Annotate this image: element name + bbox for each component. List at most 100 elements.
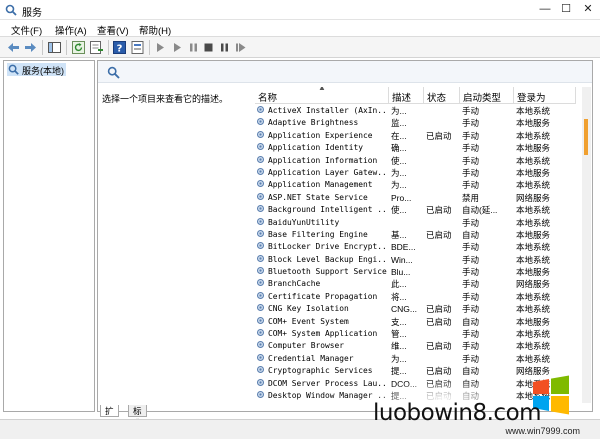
service-gear-icon [256, 105, 265, 114]
column-header-log-on-as[interactable]: 登录为 [514, 87, 576, 104]
service-startup-type: 手动 [462, 304, 480, 315]
tab-standard[interactable]: 标准 [128, 405, 147, 428]
service-row[interactable]: Application Layer Gatew... 为... 手动 本地服务 [255, 167, 582, 179]
service-gear-icon [256, 316, 265, 325]
service-row[interactable]: Application Experience 在... 已启动 手动 本地系统 [255, 130, 582, 142]
refresh-icon[interactable] [71, 40, 86, 55]
service-description: 为... [391, 353, 407, 364]
service-row[interactable]: Base Filtering Engine 基... 已启动 自动 本地服务 [255, 229, 582, 241]
service-description: 为... [391, 180, 407, 191]
service-gear-icon [256, 155, 265, 164]
column-header-name[interactable]: 名称 ▲ [255, 87, 389, 104]
service-name-cell: BitLocker Drive Encrypt... [256, 241, 388, 253]
export-list-icon[interactable] [89, 40, 104, 55]
service-gear-icon [256, 266, 265, 275]
service-row[interactable]: COM+ Event System 支... 已启动 自动 本地服务 [255, 316, 582, 328]
service-description: 使... [391, 155, 407, 166]
service-startup-type: 手动 [462, 143, 480, 154]
service-name: Bluetooth Support Service [268, 267, 387, 277]
service-startup-type: 手动 [462, 106, 480, 116]
service-description: 维... [391, 341, 407, 352]
restart-icon[interactable] [233, 40, 248, 55]
service-startup-type: 手动 [462, 242, 480, 253]
service-log-on-as: 本地系统 [516, 180, 551, 191]
service-row[interactable]: Adaptive Brightness 监... 手动 本地服务 [255, 117, 582, 129]
toolbar: ? [0, 37, 600, 58]
start-service-icon[interactable] [153, 40, 168, 55]
service-row[interactable]: Certificate Propagation 将... 手动 本地系统 [255, 291, 582, 303]
detail-header [98, 61, 592, 83]
column-header-description[interactable]: 描述 [389, 87, 424, 104]
column-header-startup-type[interactable]: 启动类型 [460, 87, 514, 104]
service-startup-type: 手动 [462, 130, 480, 141]
maximize-button[interactable]: ☐ [556, 2, 576, 17]
properties-icon[interactable] [130, 40, 145, 55]
service-row[interactable]: ASP.NET State Service Pro... 禁用 网络服务 [255, 192, 582, 204]
menu-action[interactable]: 操作(A) [55, 23, 87, 37]
show-hide-tree-icon[interactable] [47, 40, 62, 55]
back-icon[interactable] [6, 40, 21, 55]
console-tree-pane: 服务(本地) [3, 60, 95, 412]
toolbar-separator [149, 40, 150, 55]
column-header-label: 描述 [392, 93, 412, 104]
service-gear-icon [256, 278, 265, 287]
service-row[interactable]: COM+ System Application 管... 手动 本地系统 [255, 328, 582, 340]
service-name: Adaptive Brightness [268, 118, 359, 128]
help-icon[interactable]: ? [112, 40, 127, 55]
forward-icon[interactable] [23, 40, 38, 55]
pause-service-icon[interactable] [217, 40, 232, 55]
watermark-url: www.win7999.com [505, 426, 580, 436]
service-name: Application Information [268, 155, 378, 165]
menu-help[interactable]: 帮助(H) [139, 23, 171, 37]
service-gear-icon [256, 254, 265, 263]
service-gear-icon [256, 241, 265, 250]
service-row[interactable]: Credential Manager 为... 手动 本地系统 [255, 353, 582, 365]
service-row[interactable]: ActiveX Installer (AxIn... 为... 手动 本地系统 [255, 105, 582, 117]
service-log-on-as: 网络服务 [516, 192, 551, 203]
service-row[interactable]: CNG Key Isolation CNG... 已启动 手动 本地系统 [255, 303, 582, 315]
service-row[interactable]: Application Management 为... 手动 本地系统 [255, 179, 582, 191]
tab-extended[interactable]: 扩展 [100, 405, 119, 428]
service-row[interactable]: BitLocker Drive Encrypt... BDE... 手动 本地系统 [255, 241, 582, 253]
service-row[interactable]: BaiduYunUtility 手动 本地系统 [255, 217, 582, 229]
service-status: 已启动 [426, 316, 452, 327]
service-log-on-as: 本地系统 [516, 329, 551, 340]
service-log-on-as: 本地系统 [516, 254, 551, 265]
scrollbar-thumb[interactable] [584, 119, 588, 155]
tree-node-services-local[interactable]: 服务(本地) [7, 63, 66, 76]
service-description: Win... [391, 254, 413, 265]
service-status: 已启动 [426, 341, 452, 352]
tree-node-label: 服务(本地) [22, 66, 64, 76]
service-gear-icon [256, 117, 265, 126]
service-row[interactable]: Block Level Backup Engi... Win... 手动 本地系统 [255, 254, 582, 266]
service-row[interactable]: Bluetooth Support Service Blu... 手动 本地服务 [255, 266, 582, 278]
service-status: 已启动 [426, 304, 452, 315]
column-header-status[interactable]: 状态 [424, 87, 460, 104]
service-name: Application Identity [268, 143, 364, 153]
stop-icon[interactable] [201, 40, 216, 55]
service-startup-type: 手动 [462, 279, 480, 290]
service-name-cell: Application Layer Gatew... [256, 167, 388, 179]
column-header-label: 登录为 [517, 93, 546, 104]
minimize-button[interactable]: — [535, 2, 555, 17]
vertical-scrollbar[interactable] [582, 87, 591, 403]
menu-view[interactable]: 查看(V) [97, 23, 129, 37]
service-description: CNG... [391, 304, 417, 315]
service-gear-icon [256, 179, 265, 188]
menu-file[interactable]: 文件(F) [11, 23, 42, 37]
service-name: Background Intelligent ... [268, 205, 388, 215]
service-description: BDE... [391, 242, 416, 253]
service-description: 基... [391, 229, 407, 240]
close-button[interactable]: ✕ [578, 2, 598, 17]
service-row[interactable]: Computer Browser 维... 已启动 手动 本地系统 [255, 340, 582, 352]
service-name-cell: Credential Manager [256, 353, 388, 365]
service-row[interactable]: Application Identity 确... 手动 本地服务 [255, 142, 582, 154]
service-gear-icon [256, 217, 265, 226]
start-icon[interactable] [170, 40, 185, 55]
pause-icon[interactable] [186, 40, 201, 55]
service-log-on-as: 本地系统 [516, 130, 551, 141]
service-row[interactable]: Application Information 使... 手动 本地系统 [255, 155, 582, 167]
service-row[interactable]: BranchCache 此... 手动 网络服务 [255, 278, 582, 290]
service-name: BranchCache [268, 279, 321, 289]
service-row[interactable]: Background Intelligent ... 使... 已启动 自动(延...… [255, 204, 582, 216]
